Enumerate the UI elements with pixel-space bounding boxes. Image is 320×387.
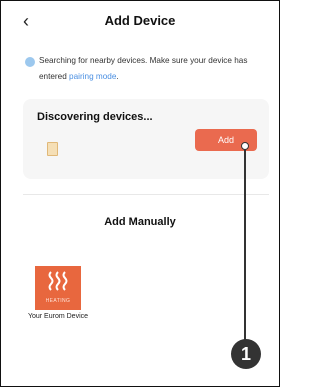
add-manually-title: Add Manually [104,216,176,228]
annotation-callout-badge: 1 [231,339,261,369]
discovering-devices-card: Discovering devices... Add [23,99,269,179]
page-title: Add Device [104,13,176,28]
device-tile-label: Your Eurom Device [27,313,89,320]
heating-caption: HEATING [45,298,71,304]
search-message: Searching for nearby devices. Make sure … [39,53,265,85]
annotation-pointer-line [244,145,246,346]
header-bar: ‹ Add Device [1,1,279,41]
app-screen: ‹ Add Device Searching for nearby device… [0,0,280,387]
search-message-end: . [116,72,119,81]
annotation-pointer-dot [241,142,249,150]
pairing-mode-link[interactable]: pairing mode [69,72,116,81]
searching-spinner-icon [25,57,35,67]
found-device-icon [47,142,58,156]
discovering-title: Discovering devices... [37,111,153,123]
section-divider [23,194,269,195]
heating-device-image: HEATING [35,266,81,310]
heat-waves-icon [48,271,68,291]
